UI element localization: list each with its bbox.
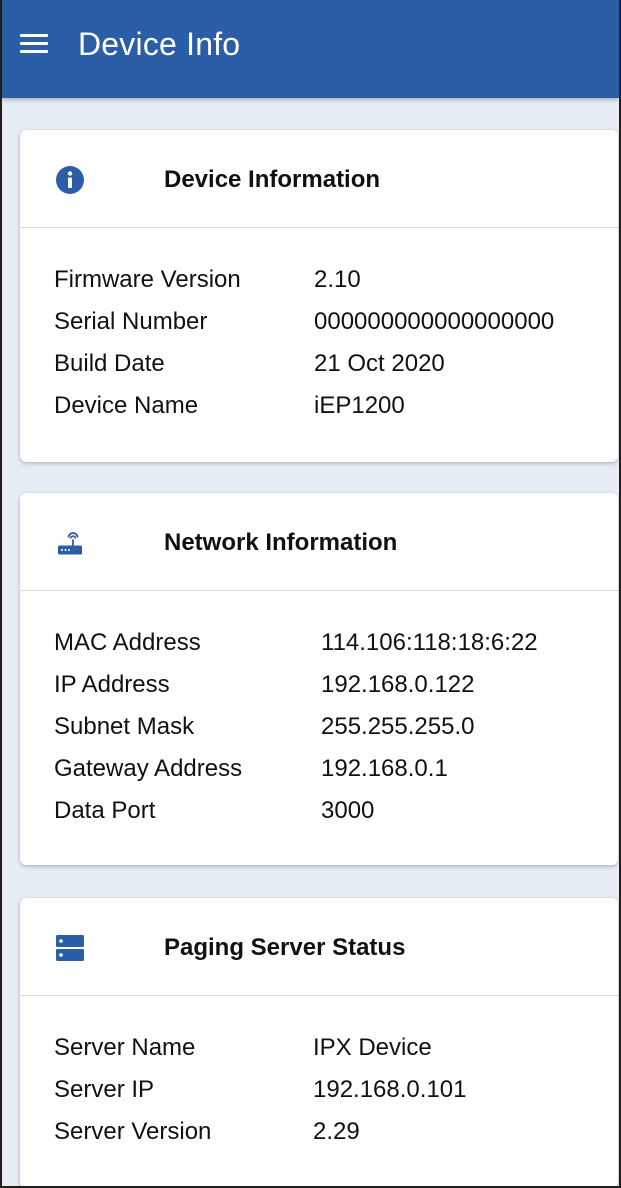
row-value: 192.168.0.101 xyxy=(313,1076,467,1103)
firmware-version-row: Firmware Version 2.10 xyxy=(20,266,618,308)
row-label: Subnet Mask xyxy=(54,713,195,740)
ip-address-row: IP Address 192.168.0.122 xyxy=(20,671,618,713)
serial-number-row: Serial Number 000000000000000000 xyxy=(20,308,618,350)
row-value: 000000000000000000 xyxy=(314,308,555,335)
server-icon xyxy=(56,935,84,961)
network-information-card: Network Information MAC Address 114.106:… xyxy=(20,493,618,865)
device-information-header: Device Information xyxy=(20,130,618,228)
row-label: Device Name xyxy=(54,392,199,419)
row-value: 21 Oct 2020 xyxy=(314,350,445,377)
row-label: Server Name xyxy=(54,1034,196,1061)
row-value: 114.106:118:18:6:22 xyxy=(321,629,538,656)
server-ip-row: Server IP 192.168.0.101 xyxy=(20,1076,618,1118)
server-version-row: Server Version 2.29 xyxy=(20,1118,618,1160)
subnet-mask-row: Subnet Mask 255.255.255.0 xyxy=(20,713,618,755)
build-date-row: Build Date 21 Oct 2020 xyxy=(20,350,618,392)
row-label: Server Version xyxy=(54,1118,212,1145)
app-frame: Device Info Device Information Firmware … xyxy=(0,0,621,1188)
app-bar: Device Info xyxy=(2,0,619,98)
row-value: IPX Device xyxy=(313,1034,432,1061)
paging-server-status-header: Paging Server Status xyxy=(20,898,618,996)
row-label: Serial Number xyxy=(54,308,208,335)
hamburger-menu-icon[interactable] xyxy=(20,32,48,54)
server-name-row: Server Name IPX Device xyxy=(20,1034,618,1076)
row-label: Firmware Version xyxy=(54,266,241,293)
row-label: Build Date xyxy=(54,350,165,377)
row-label: Server IP xyxy=(54,1076,155,1103)
row-label: MAC Address xyxy=(54,629,201,656)
device-information-title: Device Information xyxy=(164,166,381,193)
data-port-row: Data Port 3000 xyxy=(20,797,618,839)
page-title: Device Info xyxy=(78,26,241,62)
device-information-body: Firmware Version 2.10 Serial Number 0000… xyxy=(20,228,618,434)
router-icon xyxy=(58,532,82,555)
device-information-card: Device Information Firmware Version 2.10… xyxy=(20,130,618,462)
gateway-address-row: Gateway Address 192.168.0.1 xyxy=(20,755,618,797)
device-name-row: Device Name iEP1200 xyxy=(20,392,618,434)
row-value: iEP1200 xyxy=(314,392,405,419)
paging-server-status-body: Server Name IPX Device Server IP 192.168… xyxy=(20,996,618,1160)
paging-server-status-card: Paging Server Status Server Name IPX Dev… xyxy=(20,898,618,1186)
network-information-title: Network Information xyxy=(164,529,398,556)
row-value: 2.29 xyxy=(313,1118,360,1145)
paging-server-status-title: Paging Server Status xyxy=(164,934,406,961)
mac-address-row: MAC Address 114.106:118:18:6:22 xyxy=(20,629,618,671)
network-information-body: MAC Address 114.106:118:18:6:22 IP Addre… xyxy=(20,591,618,839)
row-value: 192.168.0.1 xyxy=(321,755,448,782)
row-label: Data Port xyxy=(54,797,156,824)
row-value: 255.255.255.0 xyxy=(321,713,475,740)
row-value: 192.168.0.122 xyxy=(321,671,475,698)
row-value: 2.10 xyxy=(314,266,361,293)
info-icon xyxy=(56,166,84,194)
row-value: 3000 xyxy=(321,797,375,824)
row-label: Gateway Address xyxy=(54,755,243,782)
network-information-header: Network Information xyxy=(20,493,618,591)
row-label: IP Address xyxy=(54,671,170,698)
